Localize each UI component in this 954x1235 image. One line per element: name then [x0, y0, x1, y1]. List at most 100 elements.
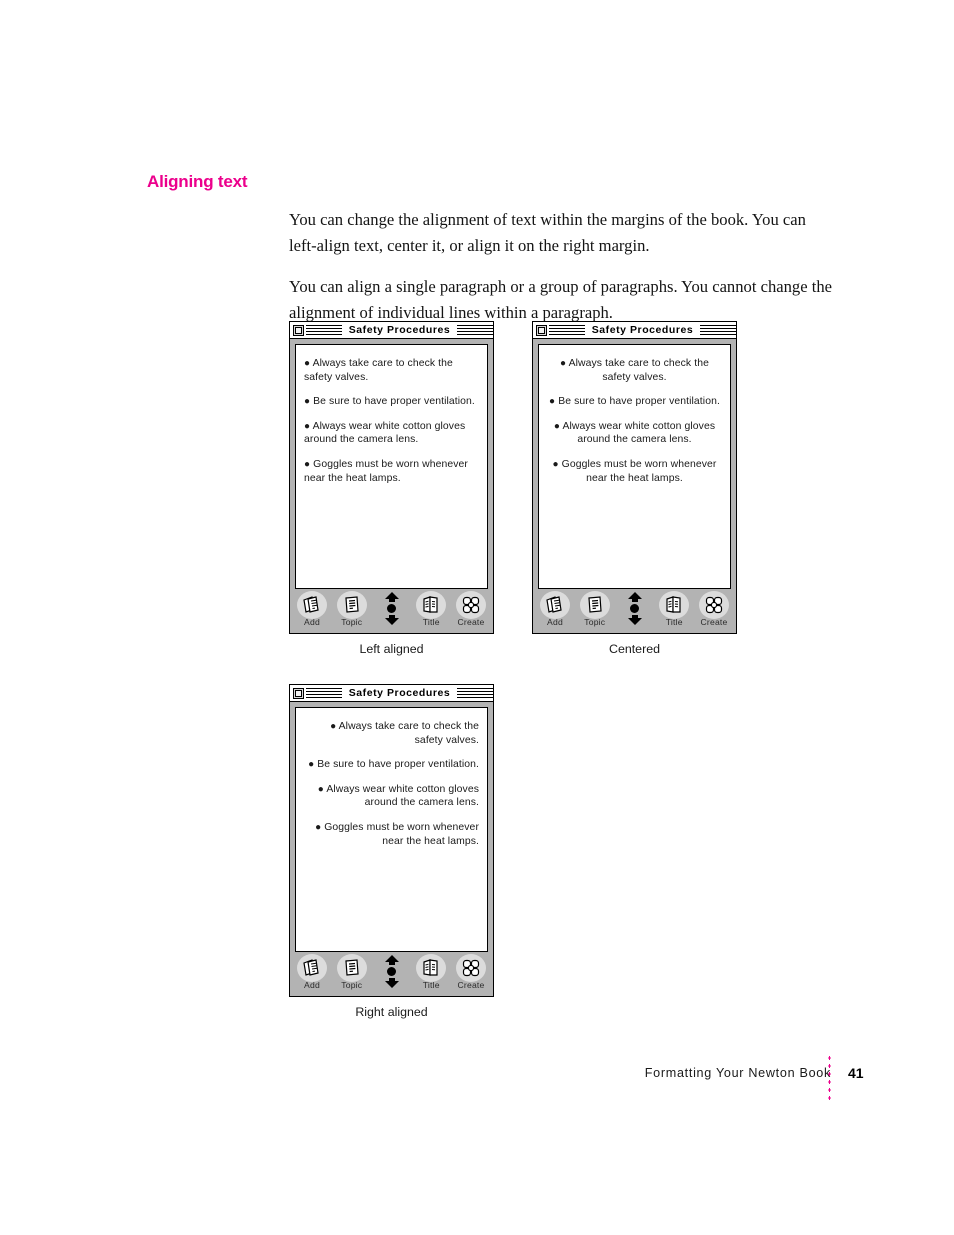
figure-centered: Safety Procedures ● Always take care to … [532, 321, 737, 656]
body-paragraph: You can align a single paragraph or a gr… [289, 277, 832, 322]
add-pages-icon [297, 591, 327, 619]
close-box-icon[interactable] [293, 324, 304, 336]
document-screen[interactable]: ● Always take care to check the safety v… [295, 707, 488, 952]
newton-device-window: Safety Procedures ● Always take care to … [532, 321, 737, 634]
toolbar-button-label: Title [665, 617, 683, 627]
scroll-control[interactable] [374, 591, 410, 625]
toolbar-button-label: Add [304, 617, 320, 627]
page-footer: Formatting Your Newton Book 41 [0, 1054, 954, 1104]
device-toolbar: Add Topic Title Create [533, 589, 736, 633]
add-pages-icon [297, 954, 327, 982]
list-item-text: Be sure to have proper ventilation. [313, 396, 475, 408]
list-item: ● Always take care to check the safety v… [547, 357, 722, 384]
bullet-dot-icon: ● [304, 396, 311, 408]
toolbar-button-label: Create [457, 980, 485, 990]
list-item: ● Be sure to have proper ventilation. [304, 758, 479, 772]
figure-right-aligned: Safety Procedures ● Always take care to … [289, 684, 494, 1019]
scroll-control[interactable] [374, 954, 410, 988]
toolbar-button-title[interactable]: Title [656, 591, 692, 627]
scroll-control[interactable] [617, 591, 653, 625]
toolbar-button-topic[interactable]: Topic [577, 591, 613, 627]
document-screen[interactable]: ● Always take care to check the safety v… [295, 344, 488, 589]
running-header-title: Formatting Your Newton Book [644, 1066, 831, 1080]
window-title: Safety Procedures [348, 687, 451, 699]
toolbar-button-create[interactable]: Create [696, 591, 732, 627]
scroll-down-arrow-icon[interactable] [627, 615, 643, 625]
toolbar-button-create[interactable]: Create [453, 591, 489, 627]
titlebar-stripes [549, 324, 585, 336]
device-toolbar: Add Topic Title Create [290, 952, 493, 996]
window-titlebar: Safety Procedures [290, 322, 493, 339]
close-box-icon[interactable] [293, 687, 304, 699]
scroll-down-arrow-icon[interactable] [384, 615, 400, 625]
titlebar-stripes [306, 324, 342, 336]
list-item: ● Goggles must be worn whenever near the… [304, 458, 479, 485]
list-item-text: Be sure to have proper ventilation. [317, 759, 479, 771]
newton-device-window: Safety Procedures ● Always take care to … [289, 684, 494, 997]
list-item-text: Goggles must be worn whenever near the h… [561, 458, 717, 484]
titlebar-stripes [457, 687, 493, 699]
create-pinwheel-icon [456, 591, 486, 619]
create-pinwheel-icon [699, 591, 729, 619]
toolbar-button-label: Title [422, 980, 440, 990]
body-paragraph: You can change the alignment of text wit… [289, 210, 806, 255]
figure-caption: Centered [609, 642, 660, 656]
list-item: ● Always wear white cotton gloves around… [547, 420, 722, 447]
page-number: 41 [848, 1065, 864, 1081]
list-item-text: Goggles must be worn whenever near the h… [324, 821, 479, 847]
list-item: ● Goggles must be worn whenever near the… [304, 821, 479, 848]
toolbar-button-add[interactable]: Add [294, 954, 330, 990]
list-item: ● Goggles must be worn whenever near the… [547, 458, 722, 485]
scroll-knob-icon[interactable] [630, 604, 639, 613]
scroll-knob-icon[interactable] [387, 967, 396, 976]
toolbar-button-create[interactable]: Create [453, 954, 489, 990]
toolbar-button-label: Topic [341, 980, 363, 990]
toolbar-button-title[interactable]: Title [413, 954, 449, 990]
topic-page-icon [579, 591, 610, 619]
bullet-dot-icon: ● [304, 458, 311, 470]
window-titlebar: Safety Procedures [533, 322, 736, 339]
toolbar-button-label: Create [457, 617, 485, 627]
list-item: ● Always wear white cotton gloves around… [304, 420, 479, 447]
title-book-icon [659, 591, 690, 619]
toolbar-button-topic[interactable]: Topic [334, 954, 370, 990]
scroll-up-arrow-icon[interactable] [627, 592, 643, 602]
scroll-up-arrow-icon[interactable] [384, 955, 400, 965]
bullet-dot-icon: ● [317, 783, 324, 795]
bullet-dot-icon: ● [553, 420, 561, 432]
window-title: Safety Procedures [591, 324, 694, 336]
title-book-icon [416, 591, 447, 619]
bullet-dot-icon: ● [330, 721, 337, 732]
toolbar-button-topic[interactable]: Topic [334, 591, 370, 627]
toolbar-button-label: Topic [341, 617, 363, 627]
window-title: Safety Procedures [348, 324, 451, 336]
title-book-icon [416, 954, 447, 982]
close-box-icon[interactable] [536, 324, 547, 336]
list-item: ● Always take care to check the safety v… [304, 357, 479, 384]
toolbar-button-add[interactable]: Add [537, 591, 573, 627]
titlebar-stripes [457, 324, 493, 336]
list-item-text: Always take care to check the safety val… [568, 358, 709, 383]
window-titlebar: Safety Procedures [290, 685, 493, 702]
list-item-text: Always take care to check the safety val… [304, 358, 453, 383]
toolbar-button-label: Add [304, 980, 320, 990]
bullet-dot-icon: ● [304, 420, 311, 432]
add-pages-icon [540, 591, 570, 619]
toolbar-button-label: Topic [584, 617, 606, 627]
bullet-dot-icon: ● [560, 358, 567, 369]
footer-dotted-divider [828, 1054, 831, 1104]
bullet-dot-icon: ● [315, 821, 322, 833]
scroll-up-arrow-icon[interactable] [384, 592, 400, 602]
figure-caption: Left aligned [359, 642, 424, 656]
figure-left-aligned: Safety Procedures ● Always take care to … [289, 321, 494, 656]
list-item-text: Always wear white cotton gloves around t… [326, 783, 479, 809]
screen-bezel: ● Always take care to check the safety v… [533, 339, 736, 589]
toolbar-button-title[interactable]: Title [413, 591, 449, 627]
newton-device-window: Safety Procedures ● Always take care to … [289, 321, 494, 634]
toolbar-button-label: Create [700, 617, 728, 627]
scroll-down-arrow-icon[interactable] [384, 978, 400, 988]
scroll-knob-icon[interactable] [387, 604, 396, 613]
list-item-text: Be sure to have proper ventilation. [558, 396, 720, 408]
toolbar-button-add[interactable]: Add [294, 591, 330, 627]
document-screen[interactable]: ● Always take care to check the safety v… [538, 344, 731, 589]
